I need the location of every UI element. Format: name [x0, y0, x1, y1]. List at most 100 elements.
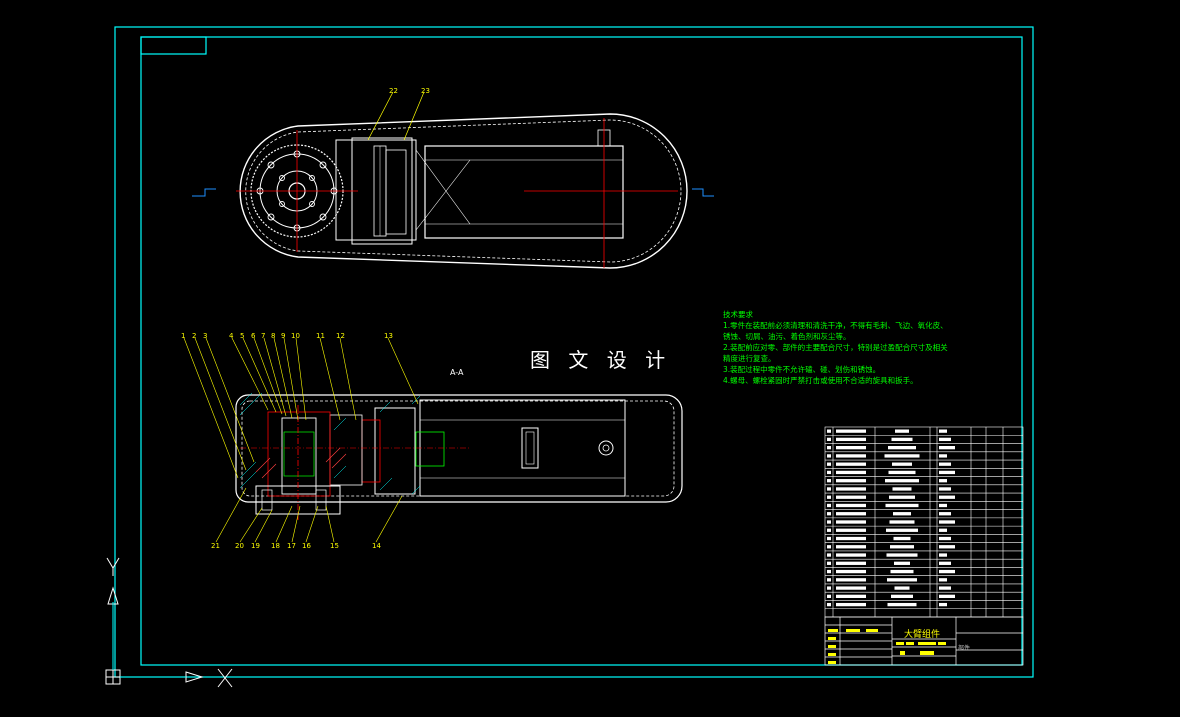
- parts-list-entry: [827, 479, 831, 483]
- parts-list-entry: [836, 578, 866, 582]
- tech-notes-heading: 技术要求: [723, 310, 753, 319]
- balloon-9: 9: [281, 332, 285, 340]
- parts-list-entry: [827, 520, 831, 524]
- parts-list-entry: [891, 594, 913, 598]
- parts-list-entry: [827, 586, 831, 590]
- parts-list-entry: [939, 561, 951, 565]
- tech-note-line: 2.装配前应对零、部件的主要配合尺寸，特别是过盈配合尺寸及相关: [723, 343, 948, 352]
- balloon-11: 11: [316, 332, 325, 340]
- parts-list-entry: [894, 561, 910, 565]
- ucs-icon: [105, 557, 233, 688]
- parts-list-entry: [885, 503, 919, 508]
- parts-list-entry: [939, 437, 951, 442]
- balloon-1: 1: [181, 332, 185, 340]
- parts-list-entry: [827, 528, 831, 532]
- parts-list-entry: [939, 553, 947, 557]
- balloon-2: 2: [192, 332, 196, 340]
- parts-list-entry: [885, 479, 919, 483]
- balloon-8: 8: [271, 332, 275, 340]
- parts-list-entry: [827, 569, 831, 574]
- parts-list-entry: [827, 470, 831, 475]
- parts-list-entry: [939, 520, 955, 524]
- parts-list-entry: [836, 586, 866, 590]
- ucs-y-arrow-icon: [107, 586, 119, 605]
- balloon-5: 5: [240, 332, 244, 340]
- parts-list-entry: [892, 487, 912, 491]
- parts-list-entry: [836, 553, 866, 557]
- parts-list-entry: [939, 512, 951, 516]
- parts-list-entry: [836, 495, 866, 499]
- parts-list-entry: [887, 602, 917, 607]
- parts-list-entry: [827, 454, 831, 458]
- parts-list-entry: [836, 602, 866, 607]
- balloon-16: 16: [302, 542, 311, 550]
- parts-list-entry: [827, 495, 831, 499]
- parts-list-entry: [891, 437, 913, 442]
- balloon-6: 6: [251, 332, 256, 340]
- parts-list-entry: [827, 487, 831, 491]
- parts-list-entry: [836, 487, 866, 491]
- parts-list-entry: [939, 446, 955, 450]
- parts-list-entry: [836, 503, 866, 508]
- parts-list-entry: [889, 495, 915, 499]
- balloon-19: 19: [251, 542, 260, 550]
- parts-list-entry: [827, 553, 831, 557]
- parts-list-entry: [836, 437, 866, 442]
- parts-list-entry: [836, 429, 866, 433]
- tech-note-line: 3.装配过程中零件不允许磕、碰、划伤和锈蚀。: [723, 365, 881, 374]
- parts-list-entry: [827, 446, 831, 450]
- parts-list-entry: [827, 503, 831, 508]
- technical-requirements: 技术要求 1.零件在装配前必须清理和清洗干净，不得有毛刺、飞边、氧化皮、 锈蚀、…: [723, 309, 948, 386]
- parts-list-entry: [827, 578, 831, 582]
- parts-list-entry: [888, 446, 916, 450]
- parts-list-entry: [939, 495, 955, 499]
- parts-list-entry: [890, 545, 914, 549]
- balloon-18: 18: [271, 542, 280, 550]
- parts-list-entry: [827, 602, 831, 607]
- parts-list-entry: [836, 512, 866, 516]
- parts-list-entry: [895, 429, 909, 433]
- cad-drawing-canvas[interactable]: 22 23 1 2 3 4 5 6 7 8 9 10 11 12 13 21 2…: [0, 0, 1180, 713]
- parts-list-entry: [894, 586, 910, 590]
- parts-list-entry: [893, 536, 911, 541]
- parts-list-entry: [886, 528, 918, 532]
- parts-list-entry: [836, 561, 866, 565]
- parts-list-entry: [827, 536, 831, 541]
- parts-list-entry: [836, 569, 866, 574]
- parts-list-entry: [939, 578, 947, 582]
- parts-list-entry: [939, 594, 955, 598]
- parts-list-entry: [939, 454, 947, 458]
- parts-list-entry: [939, 586, 951, 590]
- tech-note-line: 4.螺母、螺栓紧固时严禁打击或使用不合适的旋具和扳手。: [723, 376, 918, 385]
- parts-list-entry: [836, 545, 866, 549]
- parts-list-entry: [836, 462, 866, 466]
- parts-list-entry: [836, 470, 866, 475]
- balloon-13: 13: [384, 332, 393, 340]
- title-block-sub: 部件: [958, 645, 971, 652]
- parts-list-entry: [888, 470, 916, 475]
- parts-list-entry: [890, 569, 914, 574]
- parts-list-entry: [836, 594, 866, 598]
- parts-list-entry: [836, 536, 866, 541]
- parts-list-entry: [827, 545, 831, 549]
- tech-note-line: 1.零件在装配前必须清理和清洗干净，不得有毛刺、飞边、氧化皮、: [723, 321, 948, 330]
- section-view-label: A-A: [450, 368, 464, 377]
- top-view: [192, 91, 714, 269]
- title-block-name: 大臂组件: [904, 630, 941, 640]
- parts-list-entry: [939, 545, 955, 549]
- balloon-23: 23: [421, 87, 430, 95]
- parts-list-entry: [939, 536, 951, 541]
- balloon-7: 7: [261, 332, 265, 340]
- balloon-22: 22: [389, 87, 398, 95]
- parts-list-entry: [887, 578, 917, 582]
- parts-list-entry: [886, 553, 918, 557]
- tech-note-line: 精度进行复查。: [723, 354, 776, 363]
- balloon-20: 20: [235, 542, 244, 550]
- parts-list-entry: [827, 594, 831, 598]
- section-balloons-top: 1 2 3 4 5 6 7 8 9 10 11 12 13: [181, 332, 393, 340]
- balloon-4: 4: [229, 332, 234, 340]
- top-view-gear-block: [335, 139, 417, 241]
- watermark-text: 图 文 设 计: [530, 348, 672, 372]
- parts-list-entry: [893, 512, 911, 516]
- ucs-axis-lines: [112, 602, 186, 678]
